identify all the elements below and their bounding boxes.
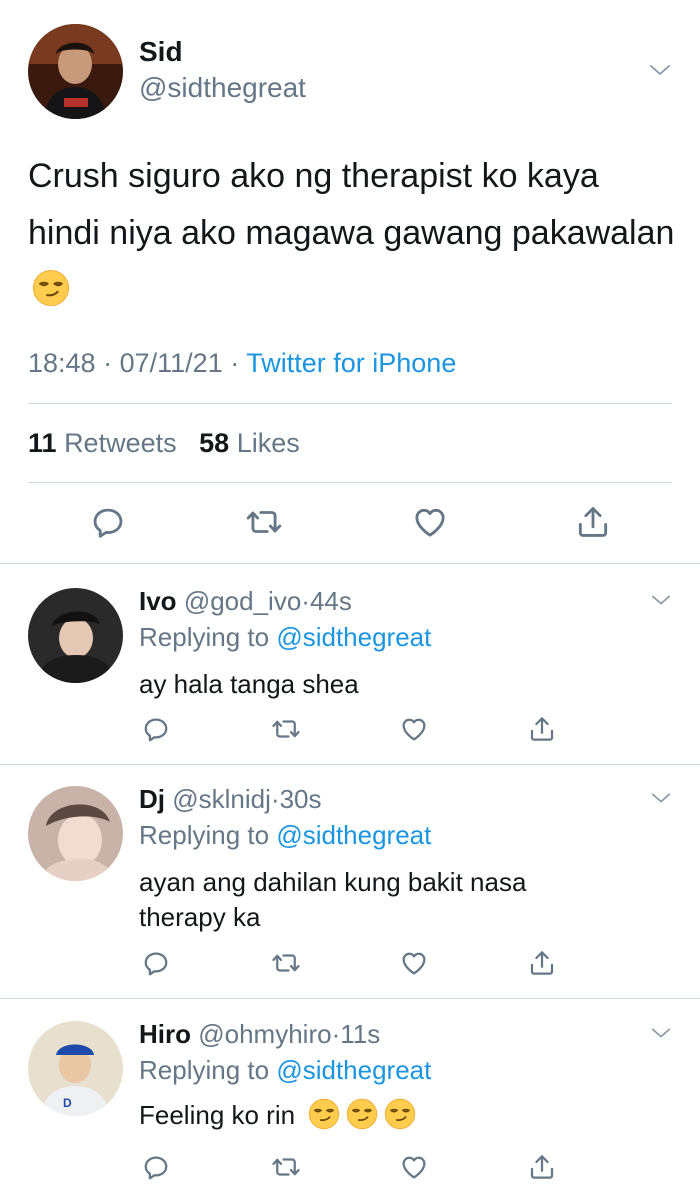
smirking-face-emoji — [308, 1098, 340, 1130]
tweet-date: 07/11/21 — [119, 348, 223, 378]
tweet-source-link[interactable]: Twitter for iPhone — [246, 348, 456, 378]
reply-header: Ivo @god_ivo·44s — [139, 586, 352, 617]
reply-time: 11s — [340, 1019, 381, 1049]
tweet-text: Crush siguro ako ng therapist ko kaya hi… — [28, 148, 678, 319]
heart-icon[interactable] — [399, 948, 429, 978]
reply-author-handle[interactable]: @sklnidj — [172, 784, 271, 814]
avatar[interactable] — [28, 786, 123, 881]
reply-author-name[interactable]: Dj — [139, 784, 165, 814]
divider — [0, 764, 700, 765]
divider — [0, 998, 700, 999]
replying-to: Replying to @sidthegreat — [139, 1055, 431, 1086]
reply-icon[interactable] — [141, 948, 171, 978]
heart-icon[interactable] — [399, 1152, 429, 1182]
replying-to: Replying to @sidthegreat — [139, 622, 431, 653]
replying-to-label: Replying to — [139, 1055, 270, 1085]
separator-dot: · — [270, 784, 280, 814]
reply-author-handle[interactable]: @god_ivo — [184, 586, 301, 616]
divider — [28, 482, 672, 483]
avatar[interactable]: D — [28, 1021, 123, 1116]
divider — [28, 403, 672, 404]
retweet-icon[interactable] — [271, 948, 301, 978]
reply-time: 30s — [279, 784, 322, 814]
separator-dot: · — [331, 1019, 341, 1049]
share-icon[interactable] — [574, 503, 612, 541]
tweet-text-content: Crush siguro ako ng therapist ko kaya hi… — [28, 157, 675, 252]
retweets-stat[interactable]: 11 Retweets — [28, 428, 177, 458]
reply-icon[interactable] — [141, 1152, 171, 1182]
separator-dot: · — [301, 586, 310, 616]
reply-header: Hiro @ohmyhiro·11s — [139, 1019, 380, 1050]
replying-to: Replying to @sidthegreat — [139, 820, 431, 851]
avatar[interactable] — [28, 588, 123, 683]
likes-count: 58 — [199, 428, 230, 458]
author-handle[interactable]: @sidthegreat — [139, 72, 306, 104]
separator-dot: · — [230, 348, 240, 378]
author-name[interactable]: Sid — [139, 36, 183, 68]
tweet-stats: 11 Retweets 58 Likes — [28, 428, 300, 459]
retweets-label: Retweets — [64, 428, 177, 458]
separator-dot: · — [103, 348, 113, 378]
reply-icon[interactable] — [141, 714, 171, 744]
replying-to-label: Replying to — [139, 622, 270, 652]
avatar[interactable] — [28, 24, 123, 119]
chevron-down-icon[interactable] — [648, 58, 672, 82]
reply-author-handle[interactable]: @ohmyhiro — [198, 1019, 331, 1049]
svg-text:D: D — [63, 1096, 72, 1110]
heart-icon[interactable] — [399, 714, 429, 744]
reply-text: Feeling ko rin — [139, 1098, 659, 1133]
divider — [0, 563, 700, 564]
reply-time: 44s — [309, 586, 352, 616]
smirking-face-emoji — [384, 1098, 416, 1130]
reply-text: ay hala tanga shea — [139, 669, 359, 699]
heart-icon[interactable] — [411, 503, 449, 541]
smirking-face-emoji — [346, 1098, 378, 1130]
replying-to-handle[interactable]: @sidthegreat — [276, 1055, 431, 1085]
smirking-face-emoji — [32, 269, 70, 307]
tweet-time: 18:48 — [28, 348, 96, 378]
chevron-down-icon[interactable] — [650, 589, 672, 611]
retweet-icon[interactable] — [245, 503, 283, 541]
likes-stat[interactable]: 58 Likes — [199, 428, 300, 458]
likes-label: Likes — [236, 428, 300, 458]
reply-text-content: Feeling ko rin — [139, 1100, 296, 1130]
reply-text: ayan ang dahilan kung bakit nasa therapy… — [139, 867, 527, 932]
reply-icon[interactable] — [89, 503, 127, 541]
replying-to-handle[interactable]: @sidthegreat — [276, 622, 431, 652]
reply-author-name[interactable]: Ivo — [139, 586, 177, 616]
share-icon[interactable] — [527, 948, 557, 978]
reply-header: Dj @sklnidj·30s — [139, 784, 321, 815]
reply-author-name[interactable]: Hiro — [139, 1019, 191, 1049]
share-icon[interactable] — [527, 1152, 557, 1182]
tweet-meta: 18:48 · 07/11/21 · Twitter for iPhone — [28, 348, 456, 379]
chevron-down-icon[interactable] — [650, 787, 672, 809]
retweets-count: 11 — [28, 428, 57, 458]
replying-to-handle[interactable]: @sidthegreat — [276, 820, 431, 850]
retweet-icon[interactable] — [271, 714, 301, 744]
replying-to-label: Replying to — [139, 820, 270, 850]
retweet-icon[interactable] — [271, 1152, 301, 1182]
chevron-down-icon[interactable] — [650, 1022, 672, 1044]
share-icon[interactable] — [527, 714, 557, 744]
